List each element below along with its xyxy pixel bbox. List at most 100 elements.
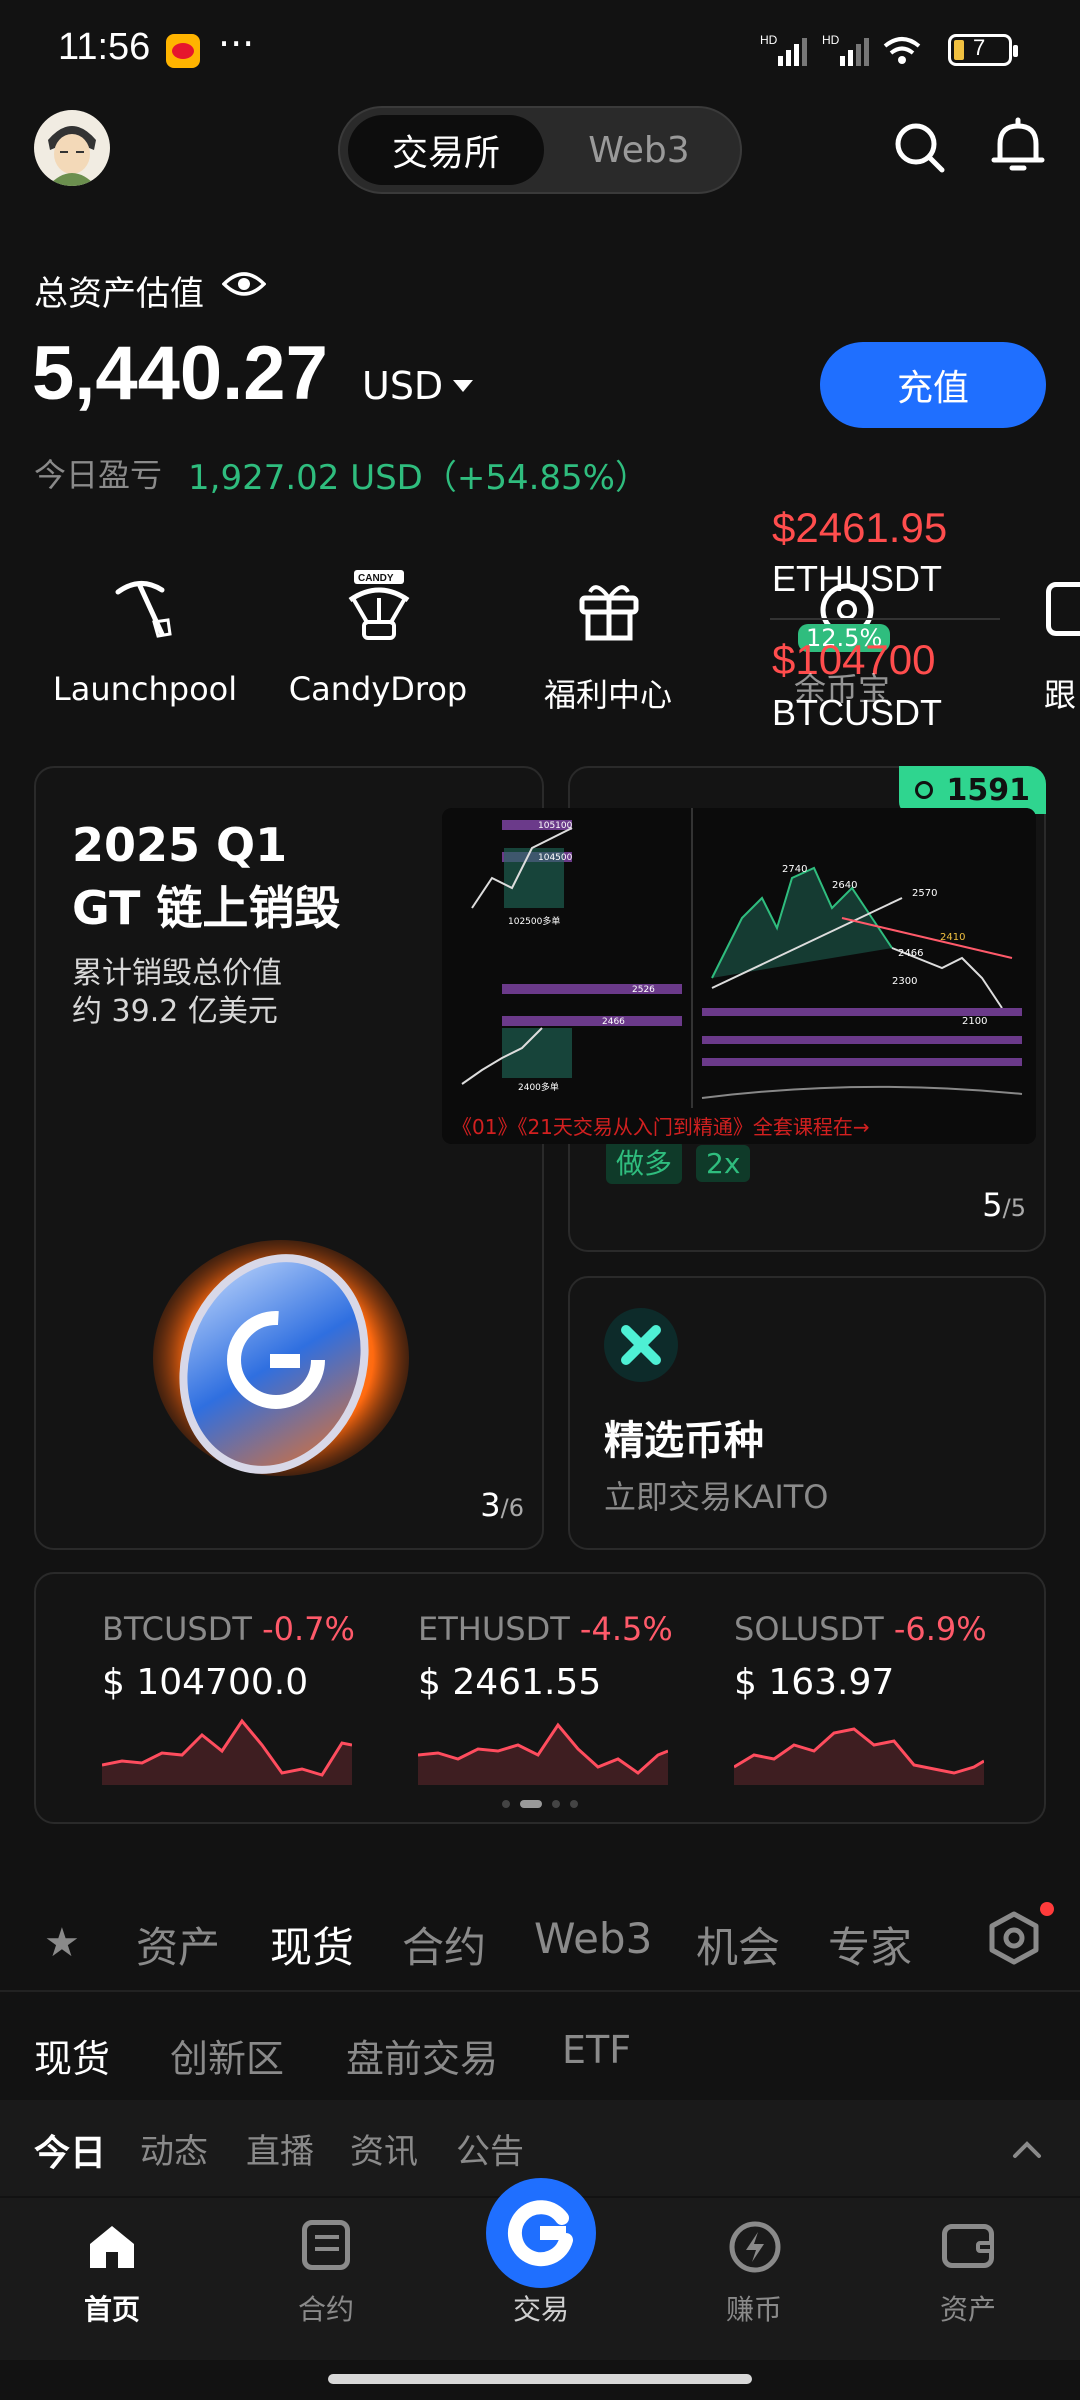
newstab-today[interactable]: 今日 <box>34 2124 106 2176</box>
user-icon <box>914 781 933 799</box>
featured-sub: 立即交易KAITO <box>604 1478 829 1516</box>
promo-pager-current: 3 <box>480 1486 501 1524</box>
ticker-price: $ 104700.0 <box>102 1662 309 1703</box>
ticker-price: $ 2461.55 <box>418 1662 602 1703</box>
subtab-innovation[interactable]: 创新区 <box>170 2028 284 2083</box>
eye-icon[interactable] <box>222 266 266 302</box>
deposit-button[interactable]: 充值 <box>820 342 1046 428</box>
tag-long: 做多 <box>606 1140 683 1184</box>
nav-earn[interactable]: 赚币 <box>702 2218 806 2338</box>
nav-label: 赚币 <box>725 2293 782 2326</box>
chart-label: 2466 <box>602 1017 625 1027</box>
subtab-premarket[interactable]: 盘前交易 <box>346 2028 498 2083</box>
quick-welfare[interactable]: 福利中心 <box>508 570 708 720</box>
chart-label: 2526 <box>632 985 655 995</box>
chart-label: 2740 <box>782 864 807 875</box>
followers-badge: 1591 <box>898 766 1046 814</box>
header-tab-switch: 交易所 Web3 <box>338 106 742 194</box>
currency-selector[interactable]: USD <box>362 364 474 408</box>
tab-futures[interactable]: 合约 <box>402 1914 486 1975</box>
candy-parachute-icon: CANDY <box>344 570 414 642</box>
sparkline <box>418 1722 668 1785</box>
ticker-item[interactable]: SOLUSDT -6.9% $ 163.97 <box>734 1610 1014 1785</box>
burning-coin-icon <box>146 1228 416 1498</box>
ticker-item[interactable]: BTCUSDT -0.7% $ 104700.0 <box>102 1610 382 1785</box>
subtab-spot[interactable]: 现货 <box>34 2028 110 2083</box>
gift-icon <box>576 578 642 642</box>
ticker-change: -0.7% <box>262 1610 355 1648</box>
chart-label: 2466 <box>898 948 923 959</box>
chart-label: 2570 <box>912 888 937 899</box>
chart-caption: 《01》《21天交易从入门到精通》全套课程在→ <box>452 1115 870 1139</box>
promo-pager: 3/6 <box>480 1486 524 1524</box>
bottom-nav: 首页 合约 交易 赚币 资产 <box>0 2178 1080 2360</box>
battery-icon: 7 <box>948 34 1018 66</box>
nav-assets[interactable]: 资产 <box>916 2218 1020 2338</box>
quick-label: CandyDrop <box>288 670 468 708</box>
eth-overlay-symbol: ETHUSDT <box>772 558 942 599</box>
nav-label: 首页 <box>83 2293 140 2326</box>
star-icon[interactable]: ★ <box>44 1920 80 1966</box>
sparkline <box>734 1727 984 1785</box>
nav-trade[interactable]: 交易 <box>486 2178 596 2338</box>
nav-label: 资产 <box>939 2293 996 2326</box>
copy-trade-icon <box>1046 582 1080 636</box>
featured-title: 精选币种 <box>604 1418 764 1464</box>
avatar[interactable] <box>34 110 110 186</box>
chart-label: 2100 <box>962 1016 987 1027</box>
nav-home[interactable]: 首页 <box>60 2218 164 2338</box>
copy-pager-current: 5 <box>982 1186 1003 1224</box>
chart-label: 2400多单 <box>518 1081 559 1093</box>
promo-pager-total: /6 <box>500 1494 524 1522</box>
nav-label: 合约 <box>297 2293 354 2326</box>
home-indicator <box>328 2374 752 2384</box>
signal-icon: HD HD <box>760 32 970 72</box>
chevron-up-icon[interactable] <box>1012 2140 1042 2160</box>
battery-level: 7 <box>973 35 986 60</box>
tab-assets[interactable]: 资产 <box>136 1914 220 1975</box>
tab-web3-market[interactable]: Web3 <box>534 1914 652 1963</box>
newstab-news[interactable]: 资讯 <box>350 2124 418 2173</box>
settings-hex-icon[interactable] <box>984 1902 1054 1968</box>
overlay-under-label: 余币宝 <box>794 670 891 708</box>
quick-copytrade[interactable]: 跟 <box>1040 570 1080 720</box>
tab-exchange[interactable]: 交易所 <box>348 115 544 185</box>
chart-label: 102500多单 <box>508 915 560 927</box>
subtab-etf[interactable]: ETF <box>562 2028 631 2072</box>
copy-pager-total: /5 <box>1002 1194 1026 1222</box>
tab-web3[interactable]: Web3 <box>544 115 734 185</box>
notification-dot <box>1040 1902 1054 1916</box>
tab-expert[interactable]: 专家 <box>828 1914 912 1975</box>
quick-launchpool[interactable]: Launchpool <box>40 570 250 720</box>
market-tabs: ★ 资产 现货 合约 Web3 机会 专家 <box>0 1890 1080 1990</box>
featured-coin-card[interactable]: 精选币种 立即交易KAITO <box>568 1276 1046 1550</box>
bell-icon[interactable] <box>990 116 1046 176</box>
chart-label: 105100 <box>538 821 573 831</box>
svg-text:CANDY: CANDY <box>358 573 394 584</box>
tab-opportunity[interactable]: 机会 <box>696 1914 780 1975</box>
ticker-pager-dots <box>502 1800 578 1808</box>
chart-label: 2300 <box>892 976 917 987</box>
newstab-live[interactable]: 直播 <box>246 2124 314 2173</box>
futures-icon <box>302 2220 350 2270</box>
nav-futures[interactable]: 合约 <box>274 2218 378 2338</box>
pnl-label: 今日盈亏 <box>34 456 163 494</box>
tab-web3-label: Web3 <box>588 129 690 171</box>
newstab-feed[interactable]: 动态 <box>140 2124 208 2173</box>
ticker-symbol: BTCUSDT <box>102 1610 252 1648</box>
quick-candydrop[interactable]: CANDY CandyDrop <box>268 570 488 720</box>
chart-label: 2410 <box>940 932 965 943</box>
quick-label: 跟 <box>1044 676 1077 714</box>
tag-leverage: 2x <box>696 1145 751 1182</box>
ticker-card: BTCUSDT -0.7% $ 104700.0 ETHUSDT -4.5% $… <box>34 1572 1046 1824</box>
tab-spot[interactable]: 现货 <box>270 1914 354 1975</box>
svg-text:HD: HD <box>822 33 840 47</box>
quick-label: 福利中心 <box>543 676 672 714</box>
newstab-announce[interactable]: 公告 <box>456 2124 524 2173</box>
status-dots: ··· <box>218 22 255 66</box>
earn-icon <box>728 2220 782 2274</box>
price-overlay: $2461.95 ETHUSDT $104700 BTCUSDT 余币宝 <box>770 500 1000 736</box>
ticker-item[interactable]: ETHUSDT -4.5% $ 2461.55 <box>418 1610 698 1785</box>
followers-count: 1591 <box>946 772 1031 808</box>
search-icon[interactable] <box>892 120 948 176</box>
